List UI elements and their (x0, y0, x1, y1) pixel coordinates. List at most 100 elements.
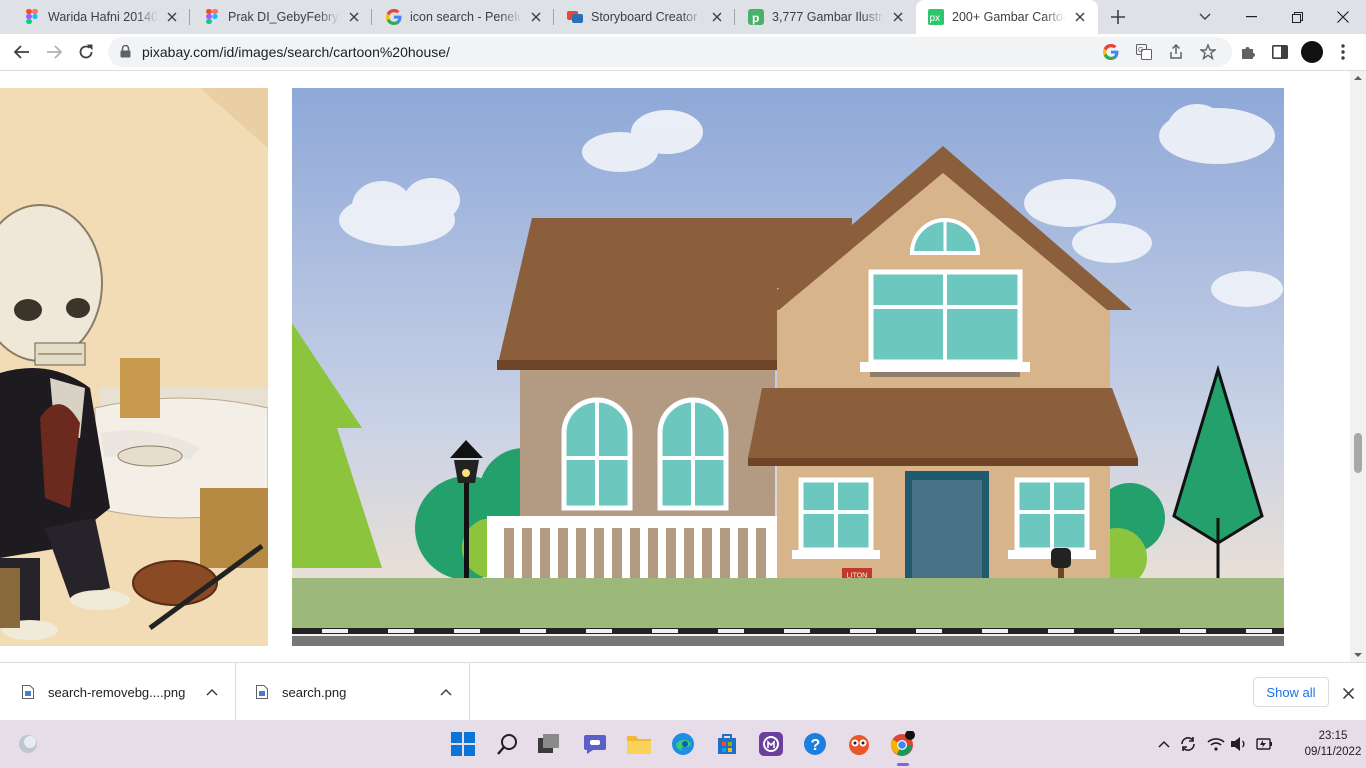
restore-button[interactable] (1274, 0, 1320, 34)
game-icon (849, 735, 869, 755)
tab-icon-search[interactable]: icon search - Penelusu (374, 0, 554, 34)
file-explorer-button[interactable] (623, 728, 655, 760)
file-icon (22, 685, 34, 699)
side-panel-icon (1272, 45, 1288, 59)
chrome-icon (890, 731, 915, 756)
chrome-button[interactable] (887, 728, 919, 766)
tab-title: Prak DI_GebyFebryAnf (228, 10, 340, 24)
arrow-right-icon (47, 45, 62, 59)
help-icon: ? (804, 733, 826, 755)
battery-tray-button[interactable] (1251, 728, 1275, 760)
bookmark-star-icon[interactable] (1199, 43, 1217, 61)
extensions-button[interactable] (1234, 38, 1262, 66)
figma-icon (204, 9, 220, 25)
task-view-icon (538, 734, 559, 753)
translate-icon[interactable]: G (1135, 43, 1153, 61)
widgets-button[interactable] (12, 728, 44, 760)
help-button[interactable]: ? (799, 728, 831, 760)
close-icon (1337, 11, 1349, 23)
download-bar: search-removebg....png search.png Show a… (0, 662, 1366, 721)
google-icon (386, 9, 402, 25)
edge-icon (672, 733, 694, 755)
close-icon[interactable] (164, 9, 180, 25)
show-hidden-icons-button[interactable] (1152, 728, 1176, 760)
tab-gambar-cartoon[interactable]: px 200+ Gambar Cartoon (916, 0, 1098, 34)
new-tab-button[interactable] (1106, 5, 1130, 29)
chevron-down-icon (1199, 13, 1211, 20)
google-lens-icon[interactable] (1102, 43, 1120, 61)
close-icon[interactable] (528, 9, 544, 25)
close-icon[interactable] (1072, 9, 1088, 25)
avatar (1301, 41, 1323, 63)
tab-warida[interactable]: Warida Hafni 2014020 (12, 0, 190, 34)
image-thumbnail-skeleton[interactable] (0, 88, 269, 646)
figma-icon (24, 9, 40, 25)
share-icon[interactable] (1167, 43, 1185, 61)
close-icon (1342, 687, 1354, 699)
back-button[interactable] (8, 38, 36, 66)
store-icon (718, 734, 736, 754)
close-icon[interactable] (890, 9, 906, 25)
download-item[interactable]: search-removebg....png (0, 663, 236, 721)
download-item[interactable]: search.png (236, 663, 470, 721)
address-bar[interactable]: pixabay.com/id/images/search/cartoon%20h… (108, 37, 1232, 67)
speaker-icon (1231, 737, 1245, 751)
app-button[interactable] (755, 728, 787, 760)
close-icon[interactable] (709, 9, 725, 25)
search-button[interactable] (492, 728, 524, 760)
start-button[interactable] (447, 728, 479, 760)
pixabay-p-icon: p (748, 9, 764, 25)
game-app-button[interactable] (843, 728, 875, 760)
svg-text:p: p (752, 11, 759, 25)
clock-date: 09/11/2022 (1304, 746, 1362, 758)
battery-plug-icon (1256, 738, 1272, 750)
close-icon[interactable] (346, 9, 362, 25)
sync-tray-button[interactable] (1176, 728, 1200, 760)
windows-logo-icon (451, 732, 475, 756)
teams-chat-button[interactable] (579, 728, 611, 760)
image-thumbnail-cartoon-house[interactable]: LITON (292, 88, 1284, 646)
tab-prak[interactable]: Prak DI_GebyFebryAnf (192, 0, 372, 34)
chevron-up-icon[interactable] (206, 688, 218, 696)
tab-storyboard[interactable]: Storyboard Creator | C (555, 0, 735, 34)
profile-avatar[interactable] (1298, 38, 1326, 66)
minimize-button[interactable] (1228, 0, 1274, 34)
reload-button[interactable] (72, 38, 100, 66)
vertical-scrollbar[interactable] (1350, 71, 1366, 662)
plus-icon (1111, 10, 1125, 24)
task-view-button[interactable] (533, 728, 565, 760)
file-icon (256, 685, 268, 699)
volume-tray-button[interactable] (1227, 728, 1251, 760)
edge-browser-button[interactable] (667, 728, 699, 760)
sync-icon (1181, 737, 1195, 751)
tab-gambar-ilustrasi[interactable]: p 3,777 Gambar Ilustrasi (736, 0, 916, 34)
wifi-tray-button[interactable] (1204, 728, 1228, 760)
wifi-icon (1207, 738, 1225, 751)
microsoft-store-button[interactable] (711, 728, 743, 760)
app-icon (759, 732, 783, 756)
browser-toolbar: pixabay.com/id/images/search/cartoon%20h… (0, 34, 1366, 71)
puzzle-icon (1242, 47, 1255, 59)
chevron-up-icon[interactable] (440, 688, 452, 696)
tab-title: icon search - Penelusu (410, 10, 522, 24)
tab-title: 200+ Gambar Cartoon (952, 10, 1066, 24)
taskbar-clock[interactable]: 23:15 09/11/2022 (1300, 728, 1366, 760)
scrollbar-thumb[interactable] (1354, 433, 1362, 473)
browser-menu-button[interactable] (1329, 38, 1357, 66)
show-all-button[interactable]: Show all (1253, 677, 1329, 707)
scroll-down-arrow-icon[interactable] (1350, 650, 1366, 660)
forward-button[interactable] (40, 38, 68, 66)
tab-title: 3,777 Gambar Ilustrasi (772, 10, 884, 24)
tab-title: Warida Hafni 2014020 (48, 10, 158, 24)
restore-icon (1291, 11, 1303, 23)
scroll-up-arrow-icon[interactable] (1350, 73, 1366, 83)
tab-title: Storyboard Creator | C (591, 10, 703, 24)
lock-icon (120, 44, 131, 61)
folder-icon (627, 736, 651, 754)
svg-text:?: ? (811, 737, 821, 754)
storyboardthat-icon (567, 9, 583, 25)
close-window-button[interactable] (1320, 0, 1366, 34)
side-panel-button[interactable] (1266, 38, 1294, 66)
tab-search-button[interactable] (1182, 0, 1228, 34)
close-download-bar-button[interactable] (1340, 685, 1356, 701)
